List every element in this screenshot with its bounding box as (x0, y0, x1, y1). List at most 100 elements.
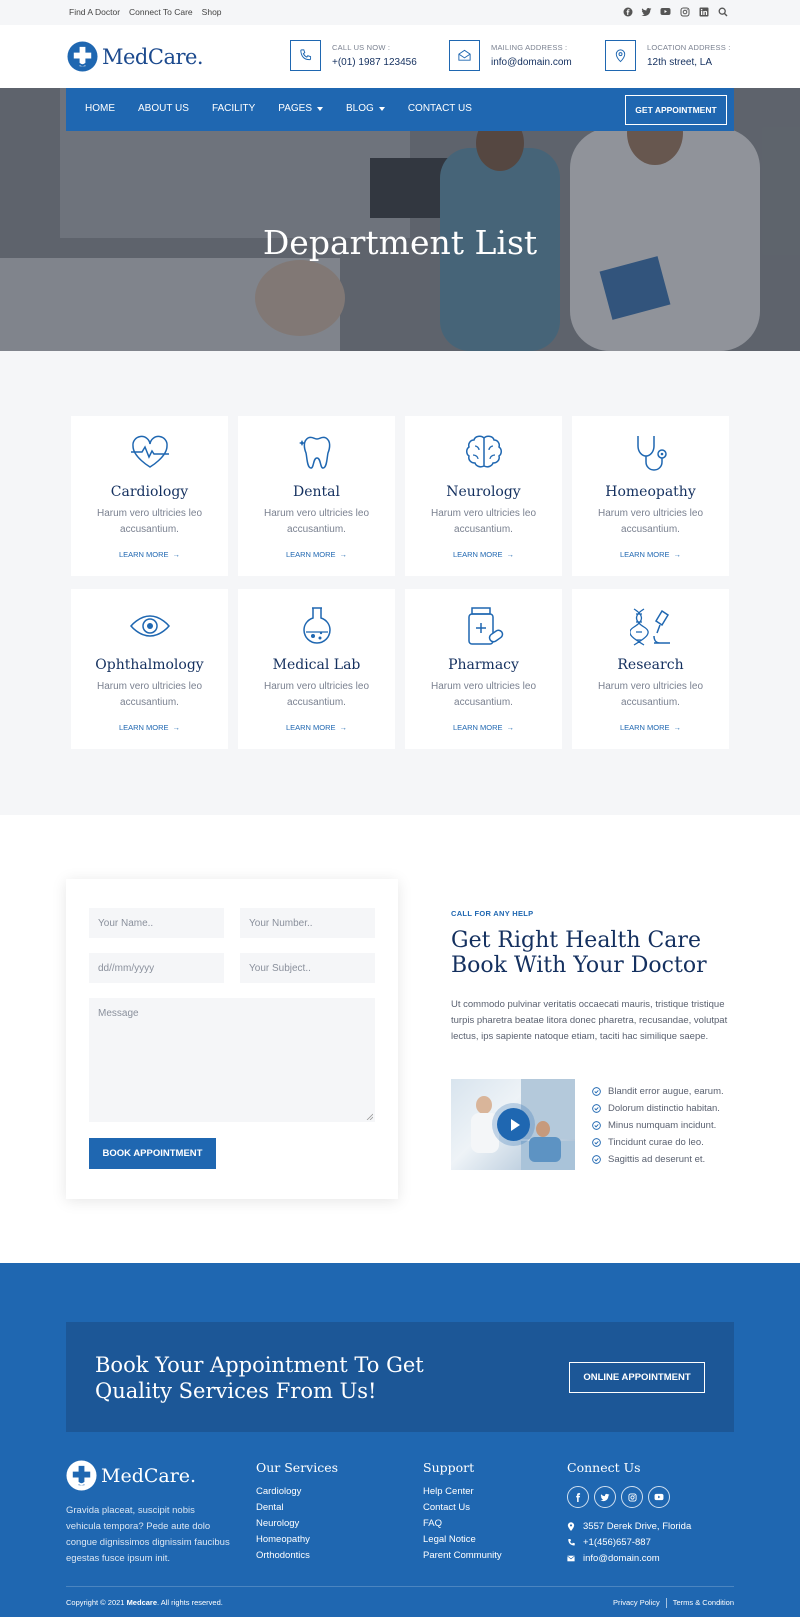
site-header: MedCare. CALL US NOW : +(01) 1987 123456… (0, 25, 800, 88)
footer-contact-text: info@domain.com (583, 1552, 660, 1564)
privacy-policy-link[interactable]: Privacy Policy (613, 1598, 660, 1608)
number-input[interactable]: Your Number.. (240, 908, 375, 938)
footer-link[interactable]: Dental (256, 1502, 338, 1518)
footer-link[interactable]: Neurology (256, 1518, 338, 1534)
contact-location[interactable]: LOCATION ADDRESS : 12th street, LA (605, 40, 730, 71)
logo-mark-icon (67, 41, 98, 72)
learn-more-link[interactable]: LEARN MORE → (405, 723, 562, 732)
resize-handle-icon[interactable] (366, 1113, 373, 1120)
department-card-homeopathy[interactable]: Homeopathy Harum vero ultricies leo accu… (572, 416, 729, 576)
terms-link[interactable]: Terms & Condition (673, 1598, 734, 1608)
footer-social (567, 1486, 691, 1508)
twitter-icon[interactable] (594, 1486, 616, 1508)
learn-more-link[interactable]: LEARN MORE → (405, 550, 562, 559)
learn-more-link[interactable]: LEARN MORE → (238, 550, 395, 559)
top-link-find-doctor[interactable]: Find A Doctor (69, 7, 120, 17)
tooth-icon (299, 436, 331, 469)
nav-item-blog[interactable]: BLOG (346, 103, 385, 114)
department-desc: Harum vero ultricies leo accusantium. (597, 508, 704, 535)
learn-more-link[interactable]: LEARN MORE → (572, 550, 729, 559)
department-title: Research (617, 657, 684, 673)
nav-label: FACILITY (211, 103, 256, 114)
learn-more-link[interactable]: LEARN MORE → (71, 550, 228, 559)
copyright-suffix: . All rights reserved. (157, 1598, 223, 1607)
footer-link[interactable]: Parent Community (423, 1550, 502, 1566)
footer-link[interactable]: Legal Notice (423, 1534, 502, 1550)
footer-contact-phone[interactable]: +1(456)657-887 (567, 1534, 691, 1550)
check-circle-icon (592, 1138, 601, 1147)
get-appointment-button[interactable]: GET APPOINTMENT (625, 95, 727, 125)
contact-mail[interactable]: MAILING ADDRESS : info@domain.com (449, 40, 572, 71)
department-desc: Harum vero ultricies leo accusantium. (430, 508, 537, 535)
search-icon[interactable] (717, 6, 728, 17)
check-circle-icon (592, 1104, 601, 1113)
department-section: Cardiology Harum vero ultricies leo accu… (0, 351, 800, 815)
twitter-icon[interactable] (641, 6, 652, 17)
linkedin-icon[interactable] (698, 6, 709, 17)
learn-more-link[interactable]: LEARN MORE → (238, 723, 395, 732)
footer-contact-mail[interactable]: info@domain.com (567, 1550, 691, 1566)
instagram-icon[interactable] (621, 1486, 643, 1508)
medicine-bottle-icon (468, 607, 504, 645)
learn-more-link[interactable]: LEARN MORE → (71, 723, 228, 732)
arrow-right-icon: → (673, 550, 682, 559)
youtube-icon[interactable] (660, 6, 671, 17)
instagram-icon[interactable] (679, 6, 690, 17)
footer-connect: Connect Us 3557 Derek Drive, Florida +1(… (567, 1460, 691, 1566)
nav-item-about[interactable]: ABOUT US (138, 103, 189, 114)
contact-mail-label: MAILING ADDRESS : (491, 43, 568, 52)
department-desc: Harum vero ultricies leo accusantium. (263, 681, 370, 708)
top-bar: Find A Doctor Connect To Care Shop (0, 0, 800, 25)
top-link-shop[interactable]: Shop (202, 7, 222, 17)
department-card-ophthalmology[interactable]: Ophthalmology Harum vero ultricies leo a… (71, 589, 228, 749)
online-appointment-button[interactable]: ONLINE APPOINTMENT (569, 1362, 705, 1393)
video-thumbnail[interactable] (451, 1079, 575, 1170)
nav-label: PAGES (278, 103, 313, 114)
date-input[interactable]: dd//mm/yyyy (89, 953, 224, 983)
footer-link[interactable]: FAQ (423, 1518, 502, 1534)
top-link-connect-care[interactable]: Connect To Care (129, 7, 193, 17)
help-checklist: Blandit error augue, earum. Dolorum dist… (592, 1083, 724, 1168)
footer-logo[interactable]: MedCare. (66, 1460, 196, 1491)
nav-item-home[interactable]: HOME (85, 103, 115, 114)
nav-label: BLOG (346, 103, 374, 114)
play-icon[interactable] (497, 1108, 530, 1141)
department-title: Medical Lab (272, 657, 361, 673)
footer-link[interactable]: Cardiology (256, 1486, 338, 1502)
youtube-icon[interactable] (648, 1486, 670, 1508)
name-input[interactable]: Your Name.. (89, 908, 224, 938)
department-desc: Harum vero ultricies leo accusantium. (430, 681, 537, 708)
contact-call[interactable]: CALL US NOW : +(01) 1987 123456 (290, 40, 417, 71)
department-title: Pharmacy (448, 657, 519, 673)
checklist-text: Dolorum distinctio habitan. (608, 1103, 720, 1114)
copyright-prefix: Copyright © 2021 (66, 1598, 127, 1607)
subject-input[interactable]: Your Subject.. (240, 953, 375, 983)
nav-item-facility[interactable]: FACILITY (212, 103, 255, 114)
department-card-neurology[interactable]: Neurology Harum vero ultricies leo accus… (405, 416, 562, 576)
nav-item-contact[interactable]: CONTACT US (408, 103, 472, 114)
footer-link[interactable]: Contact Us (423, 1502, 502, 1518)
department-card-research[interactable]: Research Harum vero ultricies leo accusa… (572, 589, 729, 749)
footer-link[interactable]: Orthodontics (256, 1550, 338, 1566)
department-desc: Harum vero ultricies leo accusantium. (263, 508, 370, 535)
facebook-icon[interactable] (622, 6, 633, 17)
department-card-medical-lab[interactable]: Medical Lab Harum vero ultricies leo acc… (238, 589, 395, 749)
book-appointment-button[interactable]: BOOK APPOINTMENT (89, 1138, 216, 1169)
department-card-dental[interactable]: Dental Harum vero ultricies leo accusant… (238, 416, 395, 576)
check-circle-icon (592, 1087, 601, 1096)
message-textarea[interactable]: Message (89, 998, 375, 1122)
department-card-cardiology[interactable]: Cardiology Harum vero ultricies leo accu… (71, 416, 228, 576)
cta-text: Book Your Appointment To Get Quality Ser… (95, 1353, 424, 1403)
nav-item-pages[interactable]: PAGES (278, 103, 324, 114)
checklist-text: Minus numquam incidunt. (608, 1120, 717, 1131)
copyright: Copyright © 2021 Medcare. All rights res… (66, 1598, 223, 1607)
footer-link[interactable]: Help Center (423, 1486, 502, 1502)
learn-more-label: LEARN MORE (619, 723, 670, 732)
logo[interactable]: MedCare. (67, 41, 204, 72)
phone-icon (290, 40, 321, 71)
arrow-right-icon: → (172, 723, 181, 732)
department-card-pharmacy[interactable]: Pharmacy Harum vero ultricies leo accusa… (405, 589, 562, 749)
facebook-icon[interactable] (567, 1486, 589, 1508)
footer-link[interactable]: Homeopathy (256, 1534, 338, 1550)
learn-more-link[interactable]: LEARN MORE → (572, 723, 729, 732)
